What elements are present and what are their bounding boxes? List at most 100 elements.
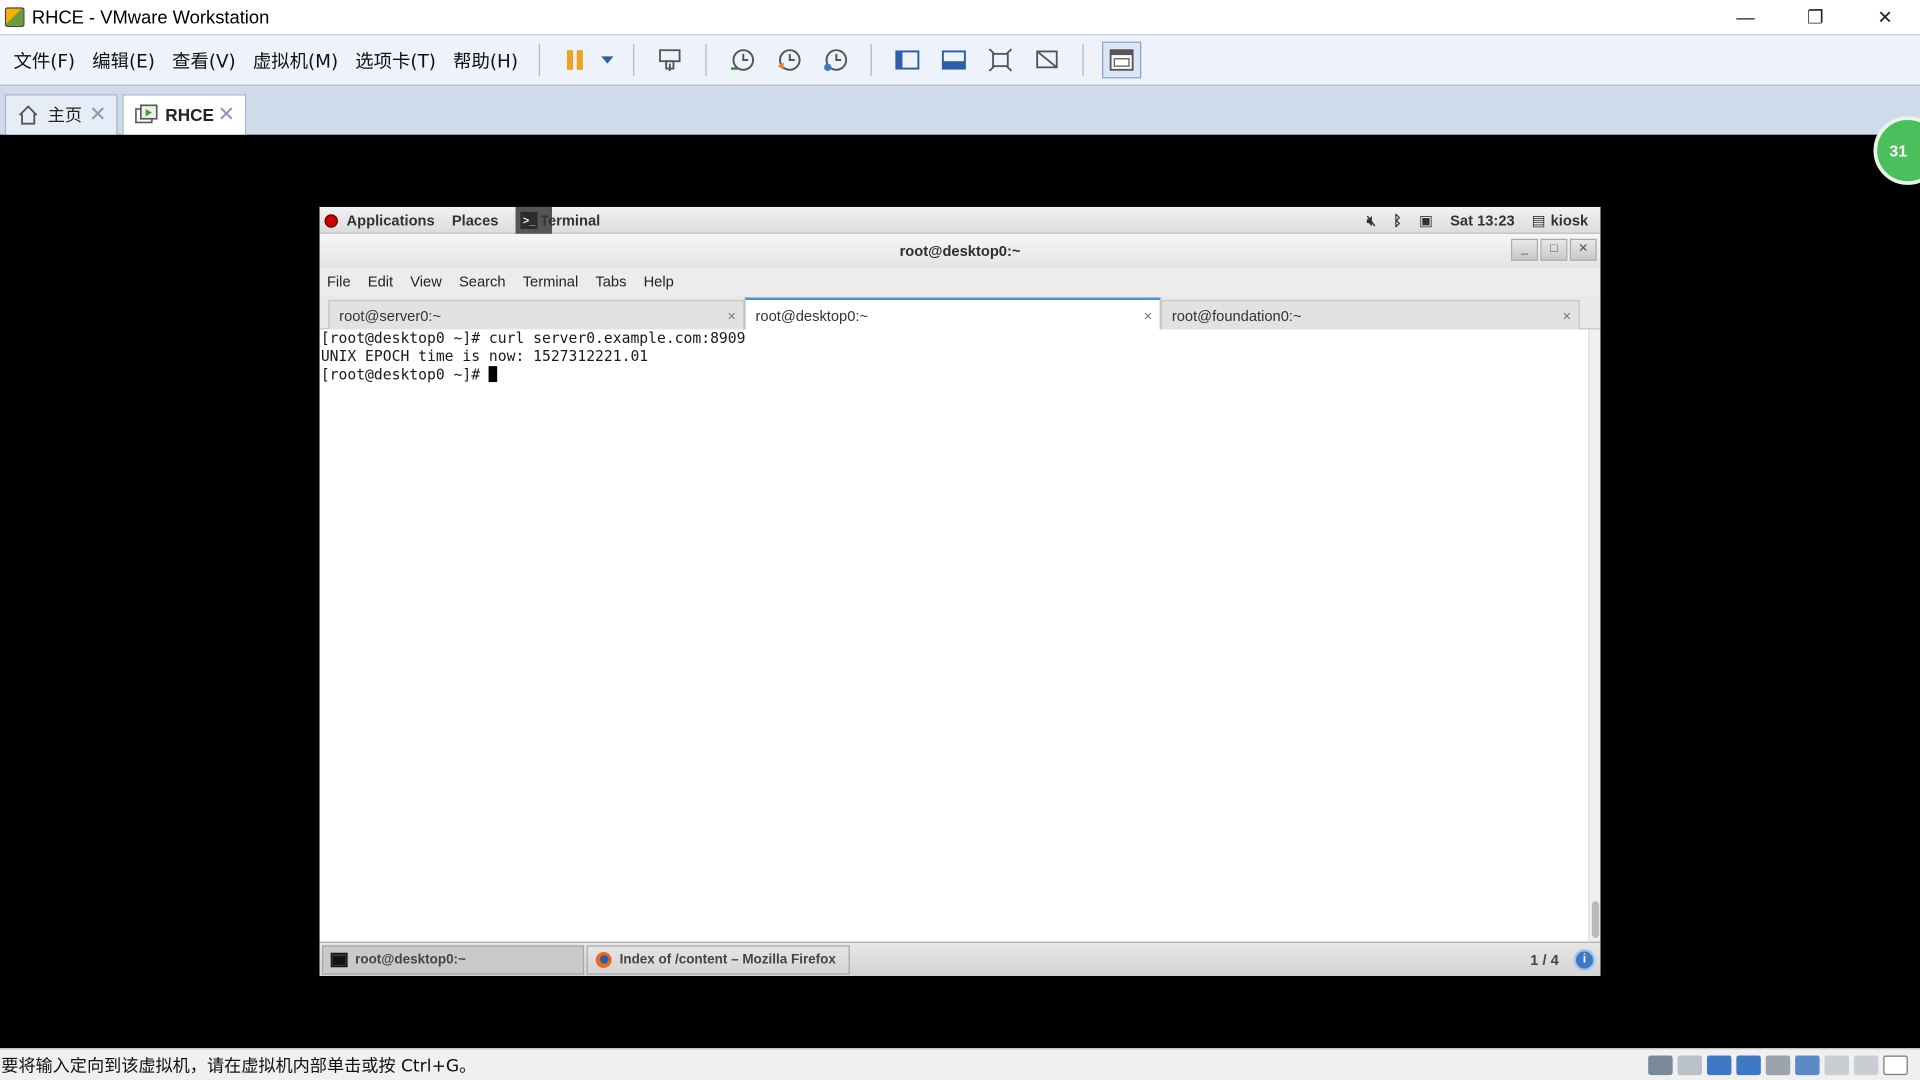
tab-rhce-close-icon[interactable]: ✕ bbox=[218, 103, 235, 127]
redhat-icon bbox=[324, 213, 338, 228]
terminal-menubar: File Edit View Search Terminal Tabs Help bbox=[319, 268, 1601, 296]
device-status-icons bbox=[1643, 1053, 1908, 1077]
send-ctrl-alt-del-icon[interactable] bbox=[653, 43, 687, 77]
terminal-tab-label: root@desktop0:~ bbox=[755, 306, 869, 324]
terminal-line: UNIX EPOCH time is now: 1527312221.01 bbox=[320, 347, 649, 365]
clock[interactable]: Sat 13:23 bbox=[1450, 212, 1515, 229]
terminal-tab-desktop0[interactable]: root@desktop0:~ × bbox=[744, 297, 1161, 331]
guest-screen[interactable]: Applications Places >_ Terminal 🔇︎ ᛒ ▣ S… bbox=[319, 206, 1601, 976]
terminal-icon: >_ bbox=[520, 211, 538, 229]
taskbar-item-label: root@desktop0:~ bbox=[355, 952, 466, 968]
toolbar-separator bbox=[538, 44, 541, 76]
user-icon: ▤ bbox=[1531, 211, 1546, 229]
pause-icon[interactable] bbox=[558, 43, 592, 77]
usb-icon[interactable] bbox=[1824, 1055, 1849, 1076]
terminal-maximize-button[interactable]: □ bbox=[1540, 238, 1568, 261]
terminal-menu-edit[interactable]: Edit bbox=[359, 273, 401, 290]
taskbar-item-label: Index of /content – Mozilla Firefox bbox=[619, 952, 836, 968]
minimize-button[interactable]: — bbox=[1711, 0, 1781, 34]
terminal-output[interactable]: [root@desktop0 ~]# curl server0.example.… bbox=[319, 329, 1589, 942]
toolbar-separator bbox=[1082, 44, 1084, 76]
terminal-close-button[interactable]: ✕ bbox=[1569, 238, 1597, 261]
terminal-tab-close-icon[interactable]: × bbox=[727, 307, 736, 324]
vm-tab-strip: 主页 ✕ RHCE ✕ bbox=[0, 85, 1920, 135]
applications-menu[interactable]: Applications bbox=[347, 212, 435, 229]
status-bar: 要将输入定向到该虚拟机，请在虚拟机内部单击或按 Ctrl+G。 bbox=[0, 1048, 1920, 1080]
terminal-launcher-label: Terminal bbox=[540, 211, 601, 229]
menu-vm[interactable]: 虚拟机(M) bbox=[244, 47, 346, 73]
taskbar-item-terminal[interactable]: root@desktop0:~ bbox=[322, 945, 585, 975]
terminal-minimize-button[interactable]: _ bbox=[1511, 238, 1538, 261]
show-library-icon[interactable] bbox=[890, 43, 924, 77]
home-icon bbox=[16, 104, 40, 126]
console-view-icon[interactable] bbox=[1102, 41, 1142, 79]
network-adapter-icon[interactable] bbox=[1706, 1055, 1732, 1076]
toolbar-separator bbox=[633, 44, 635, 76]
terminal-menu-search[interactable]: Search bbox=[450, 273, 514, 290]
menu-view[interactable]: 查看(V) bbox=[164, 47, 245, 73]
terminal-menu-help[interactable]: Help bbox=[635, 273, 682, 290]
menu-file[interactable]: 文件(F) bbox=[5, 47, 84, 73]
terminal-window-title: root@desktop0:~ bbox=[319, 233, 1601, 269]
terminal-line: [root@desktop0 ~]# curl server0.example.… bbox=[320, 329, 746, 347]
display-icon[interactable] bbox=[1853, 1055, 1879, 1076]
tab-rhce[interactable]: RHCE ✕ bbox=[122, 94, 247, 135]
menu-help[interactable]: 帮助(H) bbox=[445, 47, 527, 73]
bluetooth-icon[interactable]: ᛒ bbox=[1393, 212, 1402, 229]
power-dropdown-icon[interactable] bbox=[599, 43, 616, 77]
network-adapter-icon[interactable] bbox=[1736, 1055, 1761, 1076]
vm-icon bbox=[133, 104, 158, 126]
network-icon[interactable]: ▣ bbox=[1419, 212, 1433, 229]
terminal-menu-view[interactable]: View bbox=[402, 273, 451, 290]
sound-card-icon[interactable] bbox=[1795, 1055, 1820, 1076]
places-menu[interactable]: Places bbox=[452, 212, 499, 229]
menu-edit[interactable]: 编辑(E) bbox=[84, 47, 164, 73]
firefox-icon bbox=[595, 952, 612, 968]
tab-rhce-label: RHCE bbox=[165, 105, 214, 125]
terminal-tab-close-icon[interactable]: × bbox=[1144, 307, 1153, 324]
terminal-prompt-line: [root@desktop0 ~]# bbox=[321, 366, 1588, 384]
terminal-menu-file[interactable]: File bbox=[320, 273, 360, 290]
printer-icon[interactable] bbox=[1765, 1055, 1791, 1076]
window-controls: — ❐ ✕ bbox=[1711, 0, 1920, 34]
snapshot-take-icon[interactable] bbox=[725, 43, 759, 77]
menu-toolbar: 文件(F) 编辑(E) 查看(V) 虚拟机(M) 选项卡(T) 帮助(H) bbox=[0, 34, 1920, 86]
window-title: RHCE - VMware Workstation bbox=[31, 6, 270, 28]
message-log-icon[interactable] bbox=[1883, 1055, 1908, 1076]
info-icon[interactable]: i bbox=[1573, 948, 1596, 972]
terminal-tab-foundation0[interactable]: root@foundation0:~ × bbox=[1160, 300, 1580, 330]
thumbnail-bar-icon[interactable] bbox=[937, 43, 971, 77]
snapshot-revert-icon[interactable] bbox=[771, 43, 805, 77]
menu-tabs[interactable]: 选项卡(T) bbox=[347, 47, 445, 73]
unity-icon[interactable] bbox=[1030, 43, 1064, 77]
scrollbar-thumb[interactable] bbox=[1591, 901, 1600, 938]
terminal-tab-close-icon[interactable]: × bbox=[1562, 307, 1571, 324]
vmware-app-icon bbox=[4, 7, 25, 27]
workspace-pager[interactable]: 1 / 4 bbox=[1530, 943, 1559, 976]
hard-disk-icon[interactable] bbox=[1648, 1055, 1673, 1076]
terminal-menu-tabs[interactable]: Tabs bbox=[587, 273, 635, 290]
cd-dvd-icon[interactable] bbox=[1677, 1055, 1703, 1076]
close-button[interactable]: ✕ bbox=[1850, 0, 1920, 34]
snapshot-manager-icon[interactable] bbox=[818, 43, 852, 77]
volume-muted-icon[interactable]: 🔇︎ bbox=[1367, 211, 1376, 229]
tab-home-label: 主页 bbox=[47, 105, 83, 125]
gnome-top-panel: Applications Places >_ Terminal 🔇︎ ᛒ ▣ S… bbox=[319, 206, 1601, 234]
toolbar-separator bbox=[870, 44, 872, 76]
terminal-scrollbar[interactable] bbox=[1588, 329, 1601, 942]
toolbar-separator bbox=[705, 44, 707, 76]
gnome-bottom-panel: root@desktop0:~ Index of /content – Mozi… bbox=[319, 941, 1601, 976]
title-bar: RHCE - VMware Workstation — ❐ ✕ bbox=[0, 0, 1920, 35]
tab-home-close-icon[interactable]: ✕ bbox=[89, 103, 106, 127]
terminal-tab-server0[interactable]: root@server0:~ × bbox=[328, 300, 745, 330]
tab-home[interactable]: 主页 ✕ bbox=[4, 94, 118, 135]
terminal-launcher[interactable]: >_ Terminal bbox=[515, 206, 601, 234]
terminal-menu-terminal[interactable]: Terminal bbox=[514, 273, 587, 290]
terminal-window-controls: _ □ ✕ bbox=[1509, 238, 1597, 261]
restore-button[interactable]: ❐ bbox=[1780, 0, 1850, 34]
taskbar-item-firefox[interactable]: Index of /content – Mozilla Firefox bbox=[586, 945, 850, 975]
terminal-tab-strip: root@server0:~ × root@desktop0:~ × root@… bbox=[319, 295, 1601, 331]
full-screen-icon[interactable] bbox=[983, 43, 1017, 77]
user-menu[interactable]: kiosk bbox=[1551, 212, 1589, 229]
terminal-tab-label: root@server0:~ bbox=[339, 306, 442, 324]
